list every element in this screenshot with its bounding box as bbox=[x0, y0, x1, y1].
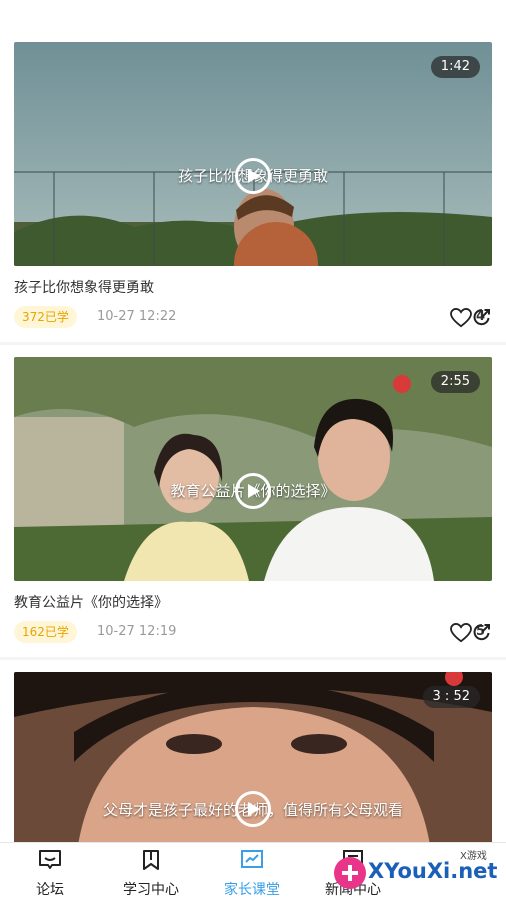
video-thumbnail[interactable]: 3 : 52 父母才是孩子最好的老师，值得所有父母观看 bbox=[14, 672, 492, 862]
watermark-text: XYouXi.net bbox=[368, 859, 498, 883]
duration-badge: 1:42 bbox=[430, 56, 480, 78]
tab-label: 论坛 bbox=[36, 882, 64, 898]
video-thumbnail[interactable]: 2:55 教育公益片《你的选择》 bbox=[14, 357, 492, 581]
video-thumbnail[interactable]: 1:42 孩子比你想象得更勇敢 bbox=[14, 42, 492, 266]
bookmark-icon bbox=[143, 850, 159, 870]
gamepad-logo-icon bbox=[334, 857, 366, 889]
status-area bbox=[0, 0, 506, 30]
duration-badge: 2:55 bbox=[430, 371, 480, 393]
thumbnail-image bbox=[14, 357, 492, 581]
play-icon[interactable] bbox=[235, 473, 271, 509]
chart-board-icon bbox=[241, 850, 263, 868]
publish-date: 10-27 12:22 bbox=[97, 309, 177, 324]
heart-icon bbox=[450, 308, 472, 328]
video-card[interactable]: 1:42 孩子比你想象得更勇敢 孩子比你想象得更勇敢 372已学 10-27 1… bbox=[0, 30, 506, 342]
video-card[interactable]: 3 : 52 父母才是孩子最好的老师，值得所有父母观看 bbox=[0, 660, 506, 862]
video-caption[interactable]: 教育公益片《你的选择》 bbox=[14, 592, 168, 612]
heart-icon bbox=[450, 623, 472, 643]
learned-count-badge: 162已学 bbox=[14, 621, 77, 643]
video-meta: 162已学 10-27 12:19 5 bbox=[14, 621, 492, 645]
share-icon[interactable] bbox=[472, 307, 492, 327]
video-card[interactable]: 2:55 教育公益片《你的选择》 教育公益片《你的选择》 162已学 10-27… bbox=[0, 345, 506, 657]
tab-label: 学习中心 bbox=[123, 882, 179, 898]
play-icon[interactable] bbox=[235, 791, 271, 827]
thumbnail-image bbox=[14, 42, 492, 266]
tab-label: 家长课堂 bbox=[224, 882, 280, 898]
tab-forum[interactable]: 论坛 bbox=[5, 847, 95, 899]
tab-parent-classroom[interactable]: 家长课堂 bbox=[207, 847, 297, 899]
thumbnail-image bbox=[14, 672, 492, 862]
duration-badge: 3 : 52 bbox=[422, 686, 480, 708]
learned-count-badge: 372已学 bbox=[14, 306, 77, 328]
tab-learning-center[interactable]: 学习中心 bbox=[106, 847, 196, 899]
chat-bubble-icon bbox=[39, 850, 61, 869]
publish-date: 10-27 12:19 bbox=[97, 624, 177, 639]
share-icon[interactable] bbox=[472, 622, 492, 642]
play-icon[interactable] bbox=[235, 158, 271, 194]
site-watermark: X游戏 XYouXi.net bbox=[330, 845, 506, 900]
video-meta: 372已学 10-27 12:22 4 bbox=[14, 306, 492, 330]
video-caption[interactable]: 孩子比你想象得更勇敢 bbox=[14, 277, 154, 297]
